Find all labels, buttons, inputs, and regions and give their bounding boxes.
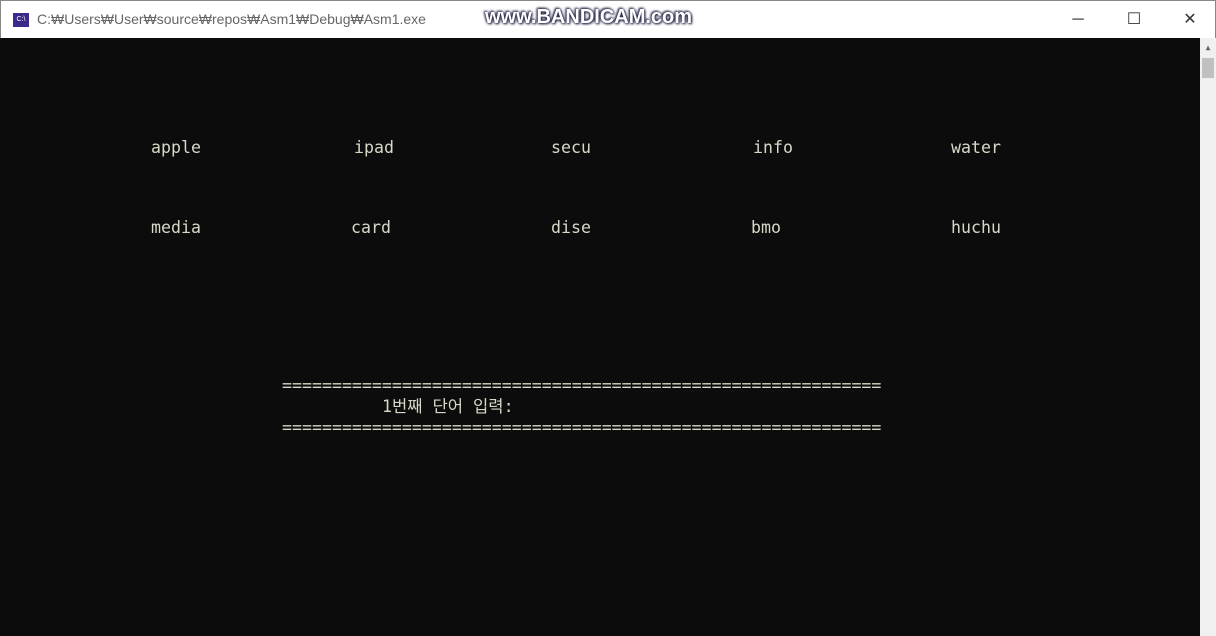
word-item: apple	[151, 138, 201, 157]
console-output: apple ipad secu info water media card di…	[1, 38, 1200, 636]
bandicam-watermark: www.BANDICAM.com	[485, 6, 693, 28]
separator-top: ========================================…	[282, 376, 882, 395]
word-item: card	[351, 218, 391, 237]
word-item: dise	[551, 218, 591, 237]
word-item: ipad	[354, 138, 394, 157]
maximize-button[interactable]: ☐	[1111, 1, 1157, 39]
word-item: info	[753, 138, 793, 157]
window-title: C:₩Users₩User₩source₩repos₩Asm1₩Debug₩As…	[37, 11, 426, 27]
word-item: huchu	[951, 218, 1001, 237]
vertical-scrollbar[interactable]: ▲	[1200, 38, 1216, 636]
scroll-up-icon[interactable]: ▲	[1200, 40, 1216, 56]
word-item: bmo	[751, 218, 781, 237]
word-item: secu	[551, 138, 591, 157]
close-button[interactable]: ✕	[1167, 1, 1213, 39]
title-bar: C:\ C:₩Users₩User₩source₩repos₩Asm1₩Debu…	[0, 0, 1216, 38]
word-item: media	[151, 218, 201, 237]
input-prompt[interactable]: 1번째 단어 입력:	[382, 397, 514, 417]
console-app-icon: C:\	[13, 13, 29, 27]
word-item: water	[951, 138, 1001, 157]
scroll-thumb[interactable]	[1202, 58, 1214, 78]
minimize-button[interactable]: ─	[1055, 1, 1101, 39]
separator-bottom: ========================================…	[282, 418, 882, 437]
